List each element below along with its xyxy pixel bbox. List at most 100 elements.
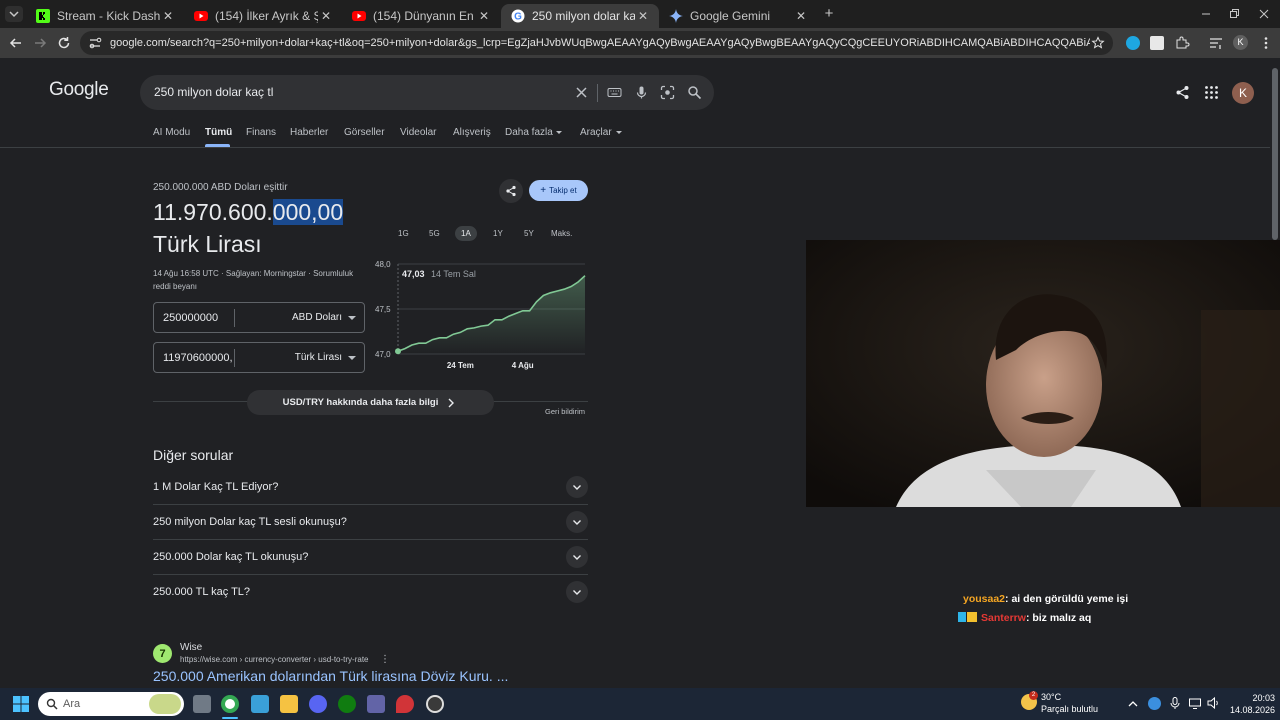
browser-tab-active[interactable]: G 250 milyon dolar kaç tl - Google ✕ xyxy=(501,4,659,28)
extension-icon[interactable] xyxy=(1150,36,1164,50)
paa-question[interactable]: 1 M Dolar Kaç TL Ediyor? xyxy=(153,470,588,505)
microphone-icon[interactable] xyxy=(1168,696,1182,710)
range-max[interactable]: Maks. xyxy=(551,229,572,238)
paa-question[interactable]: 250.000 TL kaç TL? xyxy=(153,575,588,610)
to-currency-select[interactable]: Türk Lirası xyxy=(295,352,342,363)
expand-button[interactable] xyxy=(566,581,588,603)
nav-tab-shopping[interactable]: Alışveriş xyxy=(453,127,491,138)
map-pin-icon[interactable] xyxy=(396,695,414,713)
puzzle-icon[interactable] xyxy=(1174,35,1190,51)
store-icon[interactable] xyxy=(251,695,269,713)
new-tab-button[interactable]: + xyxy=(820,5,838,23)
search-icon[interactable] xyxy=(687,85,702,100)
range-1y[interactable]: 1Y xyxy=(493,229,503,238)
clock-time[interactable]: 20:03 xyxy=(1245,693,1275,703)
minimize-button[interactable] xyxy=(1198,6,1214,22)
keyboard-icon[interactable] xyxy=(607,85,622,100)
close-icon[interactable]: ✕ xyxy=(793,9,809,23)
weather-temperature[interactable]: 30°C xyxy=(1041,692,1061,702)
clock-date[interactable]: 14.08.2026 xyxy=(1226,705,1275,715)
browser-tab[interactable]: Stream - Kick Dashboard ✕ xyxy=(26,4,184,28)
expand-button[interactable] xyxy=(566,546,588,568)
kebab-menu-icon[interactable]: ⋮ xyxy=(380,654,390,665)
close-icon[interactable]: ✕ xyxy=(160,9,176,23)
windows-start-icon[interactable] xyxy=(13,696,29,712)
weather-condition[interactable]: Parçalı bulutlu xyxy=(1041,704,1098,714)
nav-tab-all[interactable]: Tümü xyxy=(205,127,232,138)
back-arrow-icon[interactable] xyxy=(8,35,24,51)
share-icon xyxy=(506,185,516,197)
share-icon[interactable] xyxy=(1175,85,1190,100)
to-currency-field[interactable]: 11970600000, Türk Lirası xyxy=(153,342,365,373)
tab-search-button[interactable] xyxy=(5,6,23,22)
from-currency-select[interactable]: ABD Doları xyxy=(292,312,342,323)
nav-tab-news[interactable]: Haberler xyxy=(290,127,328,138)
teams-icon[interactable] xyxy=(367,695,385,713)
close-icon[interactable]: ✕ xyxy=(318,9,334,23)
expand-button[interactable] xyxy=(566,511,588,533)
expand-button[interactable] xyxy=(566,476,588,498)
chevron-down-icon xyxy=(9,11,19,18)
search-box[interactable]: 250 milyon dolar kaç tl xyxy=(140,75,714,110)
window-close-button[interactable] xyxy=(1256,6,1272,22)
browser-tab[interactable]: (154) İlker Ayrık & Şevket Çoruh ✕ xyxy=(184,4,342,28)
caret-down-icon xyxy=(556,131,562,134)
profile-avatar[interactable]: K xyxy=(1233,35,1248,50)
forward-arrow-icon[interactable] xyxy=(32,35,48,51)
follow-button[interactable]: + Takip et xyxy=(529,180,588,201)
nav-tab-images[interactable]: Görseller xyxy=(344,127,385,138)
taskbar-search[interactable]: Ara xyxy=(38,692,184,716)
reading-list-icon[interactable] xyxy=(1208,35,1224,51)
obs-icon[interactable] xyxy=(426,695,444,713)
result-url[interactable]: https://wise.com › currency-converter › … xyxy=(180,655,369,664)
share-button[interactable] xyxy=(499,179,523,203)
chrome-icon[interactable] xyxy=(221,695,239,713)
volume-icon[interactable] xyxy=(1206,696,1220,710)
nav-tab-videos[interactable]: Videolar xyxy=(400,127,437,138)
microphone-icon[interactable] xyxy=(634,85,649,100)
range-1d[interactable]: 1G xyxy=(398,229,409,238)
close-icon[interactable]: ✕ xyxy=(476,9,492,23)
paa-question[interactable]: 250 milyon Dolar kaç TL sesli okunuşu? xyxy=(153,505,588,540)
apps-grid-icon[interactable] xyxy=(1204,85,1219,100)
browser-tab[interactable]: (154) Dünyanın En Pahalı Evi / H ✕ xyxy=(342,4,500,28)
xbox-icon[interactable] xyxy=(338,695,356,713)
nav-tab-finance[interactable]: Finans xyxy=(246,127,276,138)
close-icon[interactable]: ✕ xyxy=(635,9,651,23)
star-icon[interactable] xyxy=(1091,36,1105,50)
browser-tab[interactable]: Google Gemini ✕ xyxy=(659,4,817,28)
clear-icon[interactable] xyxy=(574,85,589,100)
exchange-rate-chart[interactable]: 48,0 47,5 47,0 24 Tem 4 Ağu 47,03 14 Tem Sa… xyxy=(370,252,592,377)
range-5d[interactable]: 5G xyxy=(429,229,440,238)
tray-app-icon[interactable] xyxy=(1148,697,1161,710)
result-title-link[interactable]: 250.000 Amerikan dolarından Türk lirasın… xyxy=(153,668,508,684)
google-logo[interactable]: Google xyxy=(49,79,109,101)
range-1m[interactable]: 1A xyxy=(461,229,471,238)
from-amount-input[interactable]: 250000000 xyxy=(163,312,218,324)
site-info-icon[interactable] xyxy=(88,36,102,50)
nav-tab-ai-mode[interactable]: AI Modu xyxy=(153,127,190,138)
kebab-menu-icon[interactable] xyxy=(1258,35,1274,51)
scrollbar-thumb[interactable] xyxy=(1272,68,1278,240)
feedback-link[interactable]: Geri bildirim xyxy=(545,407,585,416)
nav-tab-tools[interactable]: Araçlar xyxy=(580,127,612,138)
result-site-name[interactable]: Wise xyxy=(180,642,202,653)
search-input[interactable]: 250 milyon dolar kaç tl xyxy=(154,85,273,99)
nav-tab-more[interactable]: Daha fazla xyxy=(505,127,553,138)
discord-icon[interactable] xyxy=(309,695,327,713)
reload-icon[interactable] xyxy=(56,35,72,51)
range-5y[interactable]: 5Y xyxy=(524,229,534,238)
address-bar[interactable]: google.com/search?q=250+milyon+dolar+kaç… xyxy=(80,31,1113,55)
task-view-icon[interactable] xyxy=(193,695,211,713)
network-icon[interactable] xyxy=(1188,696,1202,710)
chevron-up-icon[interactable] xyxy=(1127,698,1139,710)
paa-question[interactable]: 250.000 Dolar kaç TL okunuşu? xyxy=(153,540,588,575)
more-info-button[interactable]: USD/TRY hakkında daha fazla bilgi xyxy=(247,390,494,415)
extension-icon[interactable] xyxy=(1126,36,1140,50)
from-currency-field[interactable]: 250000000 ABD Doları xyxy=(153,302,365,333)
file-explorer-icon[interactable] xyxy=(280,695,298,713)
restore-button[interactable] xyxy=(1226,6,1242,22)
to-amount-input[interactable]: 11970600000, xyxy=(163,352,233,364)
lens-icon[interactable] xyxy=(660,85,675,100)
account-avatar[interactable]: K xyxy=(1232,82,1254,104)
